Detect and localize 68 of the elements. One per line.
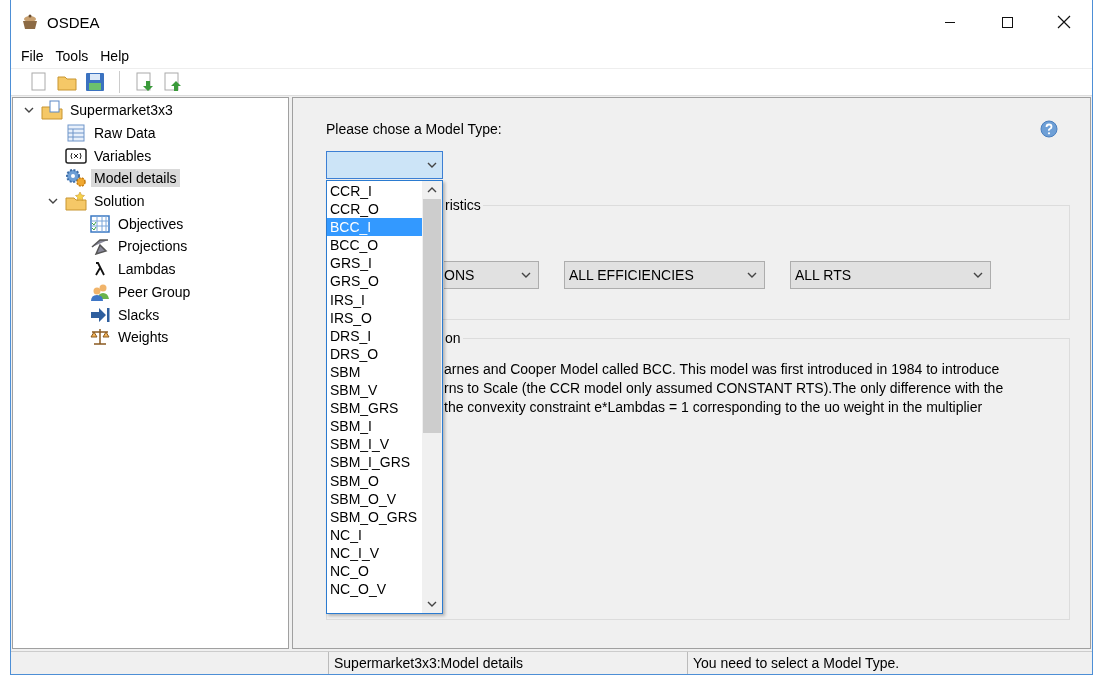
dropdown-option[interactable]: NC_I bbox=[327, 525, 422, 544]
maximize-icon bbox=[1000, 16, 1013, 28]
arrow-to-bar-icon bbox=[90, 306, 110, 323]
help-icon[interactable] bbox=[1040, 120, 1058, 138]
description-text: rns to Scale (the CCR model only assumed CONSTANT RTS).The only difference with the bbox=[444, 379, 1005, 398]
status-location: Supermarket3x3:Model details bbox=[329, 652, 688, 674]
lambda-icon bbox=[94, 262, 106, 277]
gears-icon bbox=[65, 168, 87, 189]
description-text: arnes and Cooper Model called BCC. This model was first introduced in 1984 to introduce bbox=[444, 360, 1001, 379]
dropdown-option[interactable]: SBM_I_V bbox=[327, 435, 422, 454]
export-icon[interactable] bbox=[162, 72, 182, 92]
dropdown-option[interactable]: IRS_I bbox=[327, 290, 422, 309]
tree-item[interactable]: Projections bbox=[115, 237, 191, 256]
status-message: You need to select a Model Type. bbox=[692, 654, 901, 673]
filter-dropdown[interactable]: ALL EFFICIENCIES bbox=[564, 261, 765, 289]
tree-item[interactable]: Weights bbox=[115, 328, 172, 347]
variable-icon bbox=[65, 147, 87, 164]
table-icon bbox=[67, 124, 85, 143]
dropdown-option[interactable]: NC_I_V bbox=[327, 543, 422, 562]
tree-item[interactable]: Objectives bbox=[115, 214, 187, 233]
dropdown-option[interactable]: DRS_I bbox=[327, 326, 422, 345]
dropdown-option[interactable]: GRS_O bbox=[327, 272, 422, 291]
dropdown-option[interactable]: SBM_V bbox=[327, 381, 422, 400]
tree-item[interactable]: Solution bbox=[91, 192, 148, 211]
dropdown-option[interactable]: SBM_O bbox=[327, 471, 422, 490]
tree-item[interactable]: Model details bbox=[91, 169, 180, 188]
menu-item[interactable]: Tools bbox=[49, 48, 95, 64]
dropdown-option[interactable]: GRS_I bbox=[327, 254, 422, 273]
tree-item[interactable]: Supermarket3x3 bbox=[67, 101, 176, 120]
tree-item[interactable]: Variables bbox=[91, 146, 155, 165]
filter-dropdown[interactable]: ALL RTS bbox=[790, 261, 991, 289]
dropdown-option[interactable]: SBM_I bbox=[327, 417, 422, 436]
group-title: on bbox=[444, 330, 462, 346]
dropdown-option[interactable]: NC_O bbox=[327, 561, 422, 581]
menu-item[interactable]: File bbox=[15, 48, 50, 64]
dropdown-option[interactable]: IRS_O bbox=[327, 308, 422, 327]
dropdown-option[interactable]: CCR_O bbox=[327, 200, 422, 219]
scrollbar[interactable] bbox=[422, 181, 442, 613]
tree-item[interactable]: Peer Group bbox=[115, 282, 194, 301]
dropdown-option[interactable]: SBM_GRS bbox=[327, 399, 422, 418]
description-text: the convexity constraint e*Lambdas = 1 corresponding to the uo weight in the multiplier bbox=[444, 398, 984, 417]
import-icon[interactable] bbox=[134, 72, 154, 92]
checklist-grid-icon bbox=[90, 214, 110, 233]
dropdown-option[interactable]: CCR_I bbox=[327, 182, 422, 201]
dropdown-option[interactable]: NC_O_V bbox=[327, 580, 422, 599]
pot-logo-icon bbox=[21, 14, 39, 30]
save-icon[interactable] bbox=[85, 72, 105, 92]
tree-item[interactable]: Slacks bbox=[115, 305, 163, 324]
dropdown-option[interactable]: SBM_I_GRS bbox=[327, 453, 422, 472]
dropdown-option[interactable]: DRS_O bbox=[327, 344, 422, 363]
dropdown-option[interactable]: SBM bbox=[327, 362, 422, 382]
close-icon bbox=[1056, 15, 1071, 29]
people-icon bbox=[90, 282, 110, 301]
project-folder-icon bbox=[41, 100, 63, 121]
dropdown-option[interactable]: SBM_O_V bbox=[327, 489, 422, 508]
dropdown-option[interactable]: BCC_O bbox=[327, 236, 422, 255]
dropdown-option[interactable]: SBM_O_GRS bbox=[327, 507, 422, 526]
filter-dropdown[interactable]: ONS bbox=[444, 261, 539, 289]
model-type-dropdown[interactable] bbox=[326, 151, 443, 179]
window-title: OSDEA bbox=[47, 13, 100, 31]
tree-item[interactable]: Raw Data bbox=[91, 124, 159, 143]
group-title: ristics bbox=[444, 197, 482, 213]
folder-star-icon bbox=[65, 191, 87, 212]
tree-item[interactable]: Lambdas bbox=[115, 260, 179, 279]
model-type-label: Please chose a Model Type: bbox=[326, 121, 502, 137]
projection-icon bbox=[90, 237, 110, 256]
balance-scale-icon bbox=[90, 328, 110, 347]
menu-item[interactable]: Help bbox=[94, 48, 136, 64]
